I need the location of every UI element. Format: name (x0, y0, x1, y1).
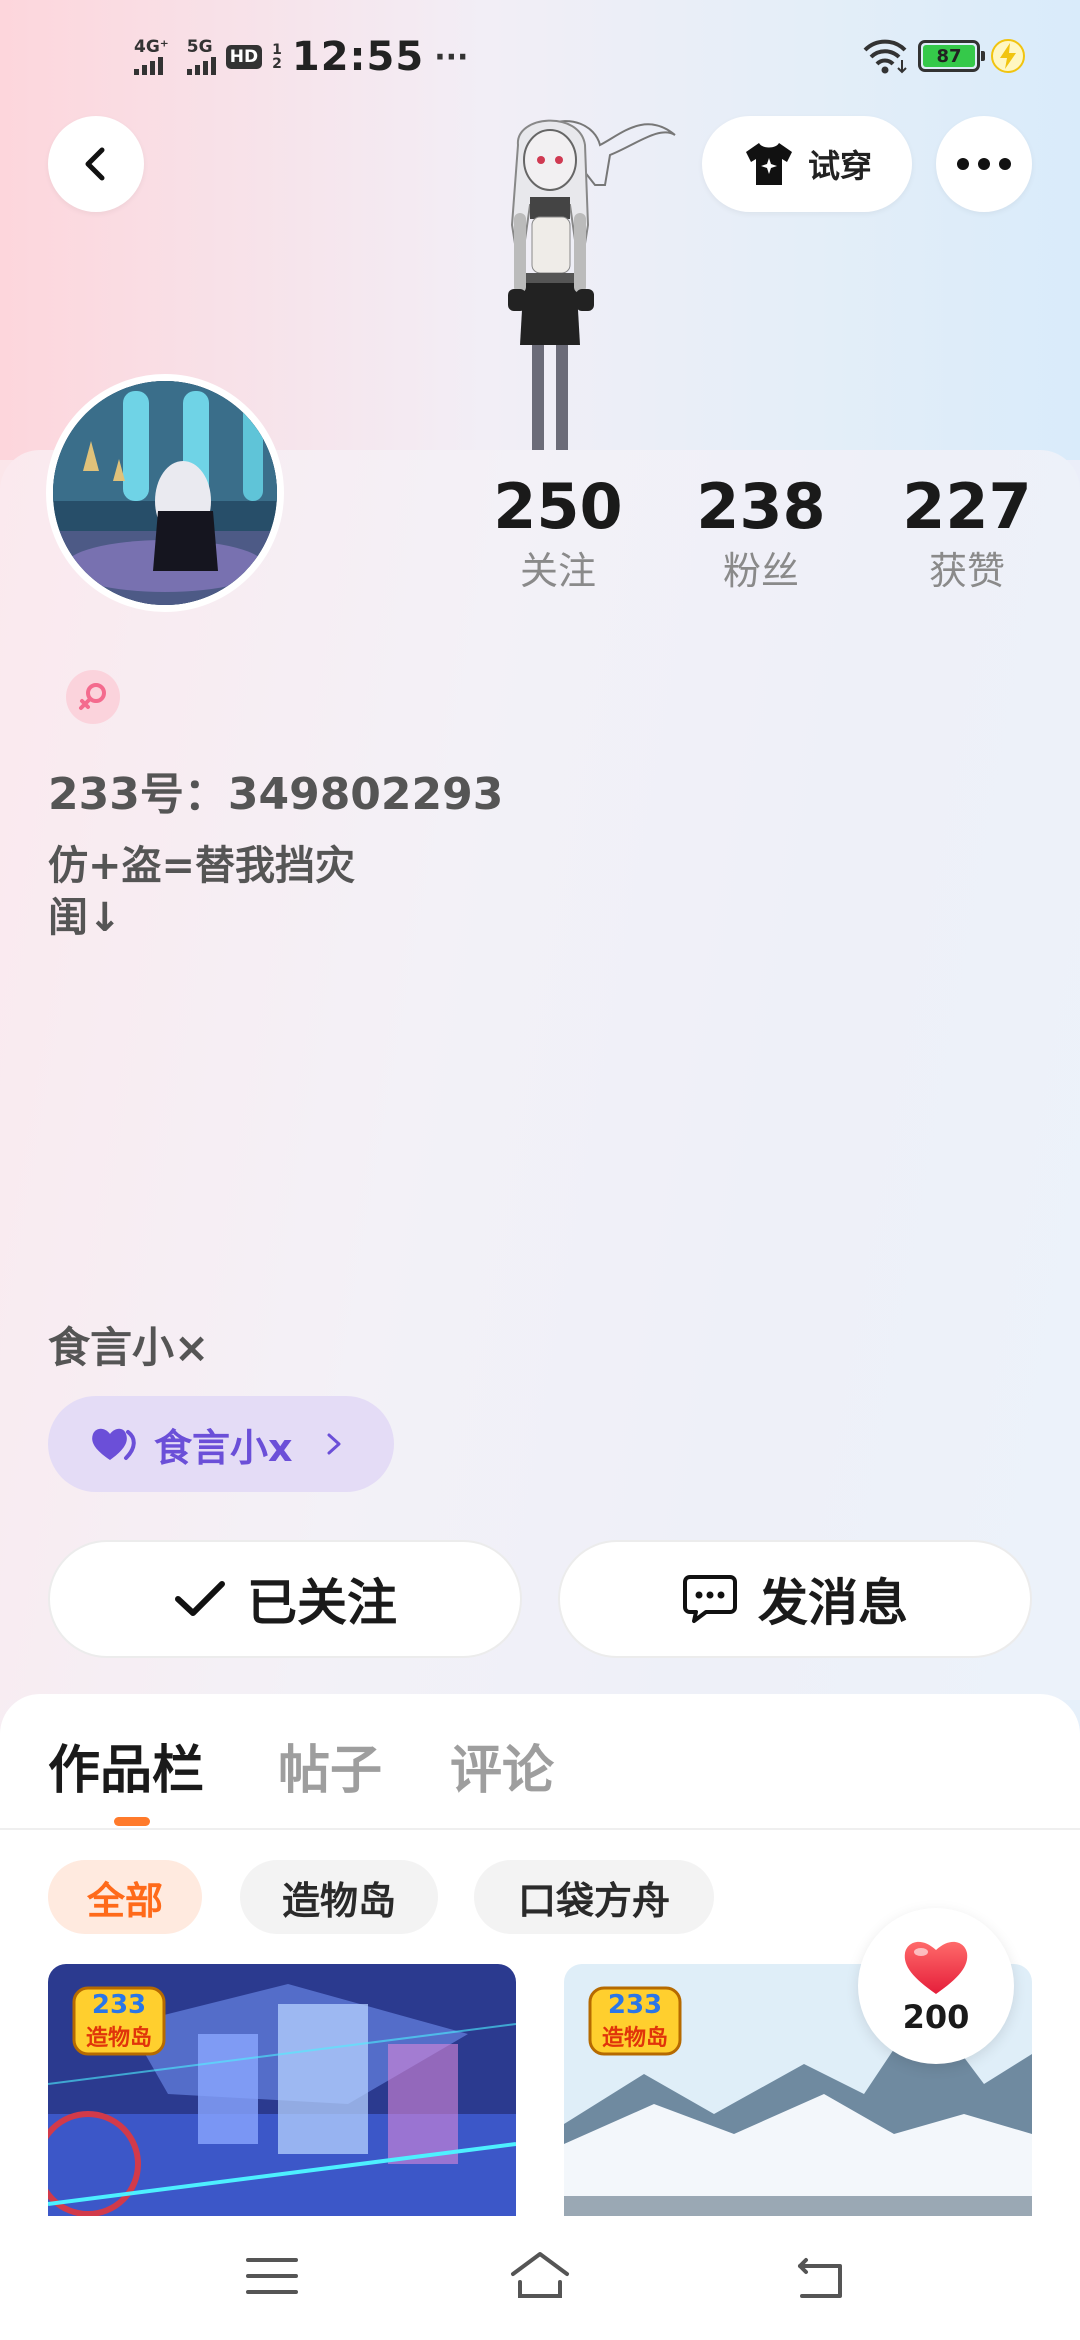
sim-indicator-top: 1 (272, 42, 282, 58)
game-logo-number: 233 (607, 1990, 663, 2020)
send-message-button[interactable]: 发消息 (558, 1540, 1032, 1658)
sim-indicator-bottom: 2 (272, 56, 282, 72)
battery-level: 87 (923, 45, 975, 67)
tshirt-sparkle-icon (745, 143, 792, 185)
game-logo-name: 造物岛 (85, 2026, 152, 2051)
tab-divider (0, 1828, 1080, 1830)
follow-button[interactable]: 已关注 (48, 1540, 522, 1658)
work-card[interactable]: 233 造物岛 (48, 1964, 516, 2216)
follow-label: 已关注 (247, 1574, 397, 1632)
check-icon (175, 1581, 225, 1616)
chevron-right-icon (327, 1433, 341, 1455)
filter-pocket-ark[interactable]: 口袋方舟 (474, 1860, 714, 1934)
group-name: 食言小× (48, 1323, 210, 1372)
profile-panel (0, 450, 1080, 1700)
followers-count: 238 (696, 470, 826, 543)
user-bio: 仿+盗=替我挡灾 闺↓ (48, 843, 356, 941)
avatar-image (53, 381, 277, 605)
battery-icon: 87 (918, 40, 985, 72)
tab-posts[interactable]: 帖子 (278, 1728, 382, 1803)
back-button[interactable] (48, 116, 144, 212)
likes-count: 227 (902, 470, 1032, 543)
tab-comments[interactable]: 评论 (450, 1728, 554, 1803)
game-logo-badge: 233 造物岛 (588, 1986, 682, 2056)
cellular-signal-2: 5G (186, 37, 216, 75)
like-count: 200 (902, 1998, 970, 2036)
group-chip-label: 食言小x (154, 1425, 293, 1470)
followers-label: 粉丝 (722, 549, 799, 593)
gender-badge (66, 670, 120, 724)
network-type-label: 5G (186, 37, 213, 57)
filter-creation-island[interactable]: 造物岛 (240, 1860, 438, 1934)
like-button[interactable]: 200 (858, 1908, 1014, 2064)
following-count: 250 (493, 470, 623, 543)
avatar-character-figure (508, 119, 676, 455)
following-label: 关注 (519, 549, 596, 593)
try-on-label: 试穿 (807, 147, 872, 185)
chevron-left-icon (85, 147, 105, 181)
status-bar: 4G⁺ 5G HD 1 2 12:55 ··· 87 (0, 0, 1080, 110)
notification-more-icon: ··· (434, 39, 469, 75)
stat-following[interactable]: 250 关注 (478, 470, 638, 598)
home-icon[interactable] (510, 2246, 570, 2306)
more-dots-icon (957, 158, 1011, 170)
back-nav-icon[interactable] (792, 2246, 852, 2306)
heart-pair-icon (92, 1428, 136, 1460)
menu-icon[interactable] (242, 2246, 302, 2306)
wifi-icon (863, 39, 907, 74)
chat-bubble-icon (683, 1575, 737, 1623)
female-icon (79, 683, 106, 710)
network-type-label: 4G⁺ (134, 37, 169, 57)
game-logo-badge: 233 造物岛 (72, 1986, 166, 2056)
group-chip[interactable]: 食言小x (48, 1396, 394, 1492)
clock: 12:55 (291, 34, 425, 80)
stat-followers[interactable]: 238 粉丝 (681, 470, 841, 598)
more-options-button[interactable] (936, 116, 1032, 212)
likes-label: 获赞 (928, 549, 1005, 593)
charging-icon (991, 39, 1025, 73)
hd-voice-icon: HD (225, 45, 263, 69)
message-label: 发消息 (758, 1574, 908, 1632)
filter-all[interactable]: 全部 (48, 1860, 202, 1934)
try-on-button[interactable]: 试穿 (702, 116, 912, 212)
user-id: 233号：349802293 (48, 769, 504, 820)
game-logo-name: 造物岛 (601, 2026, 668, 2051)
sim-indicator: 1 2 (272, 43, 282, 71)
profile-avatar[interactable] (46, 374, 284, 612)
stat-likes[interactable]: 227 获赞 (887, 470, 1047, 598)
cellular-signal-1: 4G⁺ (134, 39, 169, 75)
game-logo-number: 233 (91, 1990, 147, 2020)
tab-works[interactable]: 作品栏 (48, 1728, 204, 1803)
tab-indicator (114, 1817, 150, 1826)
heart-icon (904, 1941, 968, 1994)
